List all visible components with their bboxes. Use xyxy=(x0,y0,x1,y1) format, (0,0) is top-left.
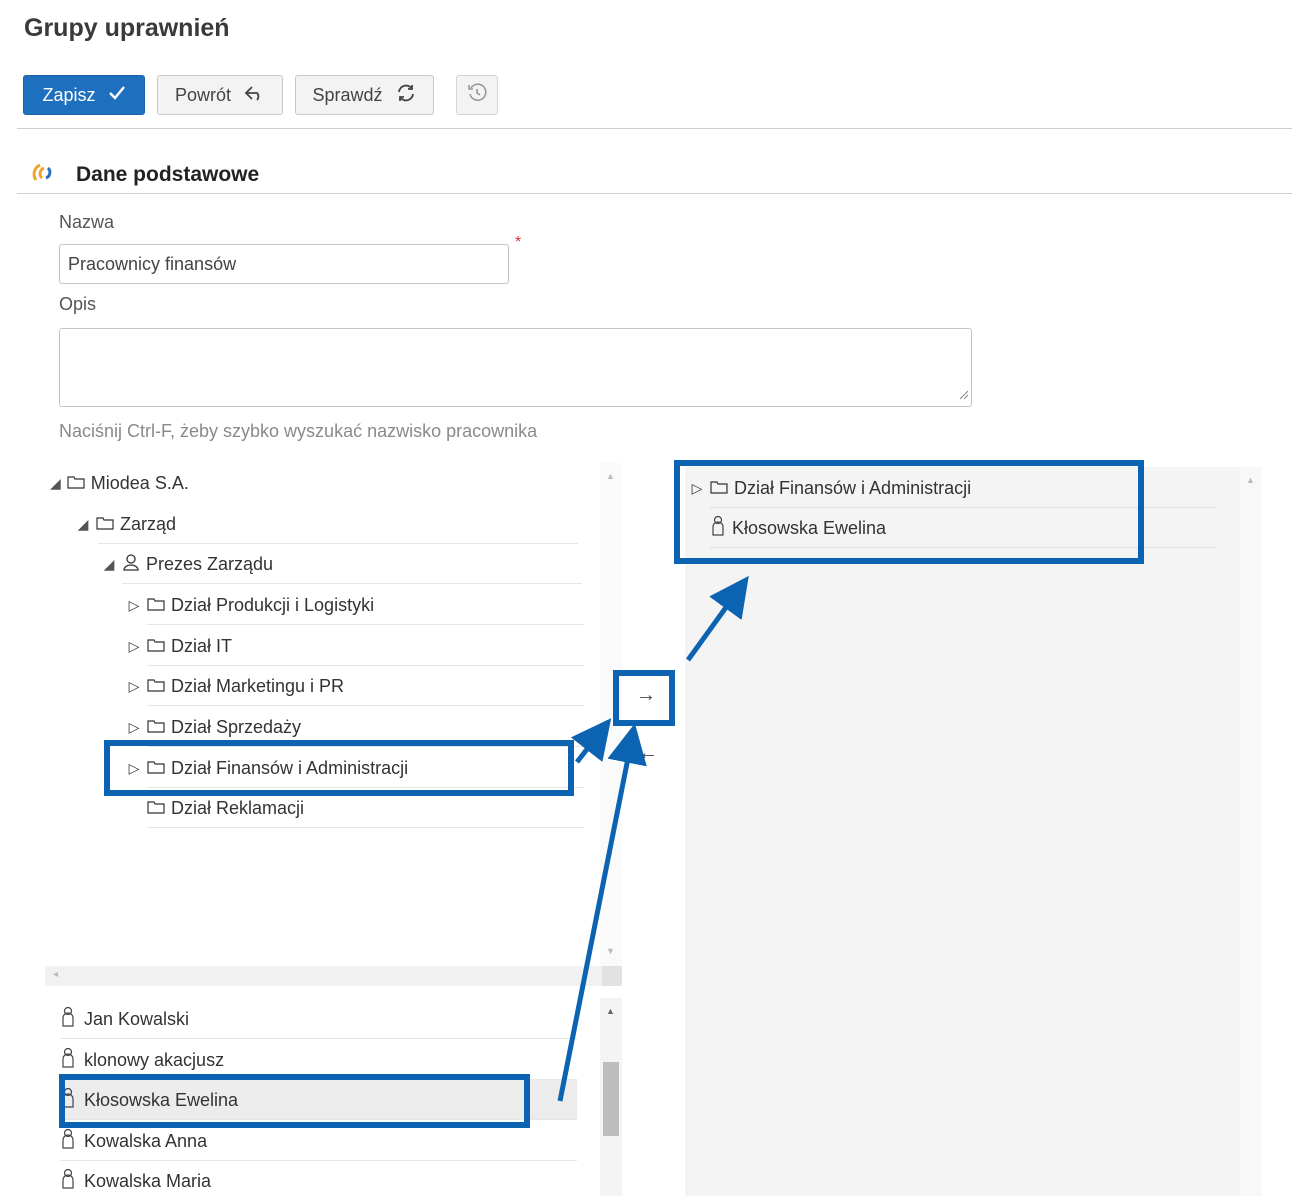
list-item-label: Jan Kowalski xyxy=(84,1008,190,1029)
back-button[interactable]: Powrót xyxy=(157,75,283,115)
scroll-up-icon[interactable]: ▲ xyxy=(1246,475,1255,485)
list-item[interactable]: Jan Kowalski xyxy=(60,999,577,1039)
search-hint: Naciśnij Ctrl-F, żeby szybko wyszukać na… xyxy=(59,421,538,441)
folder-icon xyxy=(147,717,165,738)
scroll-corner xyxy=(602,966,622,986)
tree-row[interactable]: ◢ Zarząd xyxy=(76,504,578,544)
tree-label: Dział Sprzedaży xyxy=(171,716,302,737)
list-item-label: klonowy akacjusz xyxy=(84,1049,225,1070)
tree-label: Zarząd xyxy=(120,513,177,534)
folder-icon xyxy=(147,636,165,657)
expanded-icon[interactable]: ◢ xyxy=(76,516,90,533)
dots-spinner-icon xyxy=(28,160,60,191)
selected-members-panel xyxy=(685,467,1262,1196)
tree-horizontal-scrollbar[interactable]: ◂ xyxy=(45,966,622,986)
employee-list-scrollbar[interactable]: ▲ xyxy=(600,998,622,1196)
tree-label: Miodea S.A. xyxy=(90,472,189,493)
save-label: Zapisz xyxy=(42,84,96,105)
tree-label: Dział IT xyxy=(171,635,233,656)
person-icon xyxy=(60,1128,76,1155)
highlight-box-add-button xyxy=(613,670,675,726)
folder-icon xyxy=(147,798,165,819)
folder-icon xyxy=(96,514,114,535)
folder-icon xyxy=(147,595,165,616)
list-item-label: Kowalska Maria xyxy=(84,1170,212,1191)
reply-icon xyxy=(243,84,265,107)
tree-row[interactable]: ▷ Dział Produkcji i Logistyki xyxy=(127,585,584,625)
highlight-box-selected xyxy=(674,460,1144,564)
section-divider xyxy=(17,193,1292,194)
scroll-down-icon[interactable]: ▼ xyxy=(606,946,615,956)
page-title: Grupy uprawnień xyxy=(24,14,230,42)
required-marker: * xyxy=(515,234,522,251)
expanded-icon[interactable]: ◢ xyxy=(102,556,116,573)
back-label: Powrót xyxy=(174,84,232,105)
check-button[interactable]: Sprawdź xyxy=(295,75,434,115)
person-icon xyxy=(60,1006,76,1033)
scroll-up-icon[interactable]: ▲ xyxy=(606,471,615,481)
scroll-up-icon[interactable]: ▲ xyxy=(606,1006,615,1016)
selected-panel-scrollbar[interactable]: ▲ xyxy=(1240,467,1262,1196)
remove-from-group-button[interactable]: ← xyxy=(638,742,658,765)
list-item-label: Kowalska Anna xyxy=(84,1130,208,1151)
list-item[interactable]: Kowalska Maria xyxy=(60,1161,577,1201)
history-button[interactable] xyxy=(456,75,498,115)
refresh-icon xyxy=(395,83,417,108)
highlight-box-department xyxy=(104,740,574,796)
history-icon xyxy=(466,82,488,109)
tree-label: Dział Marketingu i PR xyxy=(171,675,345,696)
tree-label: Dział Reklamacji xyxy=(171,797,305,818)
name-label: Nazwa xyxy=(59,212,115,232)
tree-row[interactable]: ▷ Dział IT xyxy=(127,626,584,666)
tree-label: Prezes Zarządu xyxy=(146,553,274,574)
check-icon xyxy=(108,85,126,106)
person-icon xyxy=(60,1047,76,1074)
resize-handle-icon[interactable] xyxy=(957,387,969,405)
description-field[interactable] xyxy=(59,328,972,407)
name-field[interactable]: Pracownicy finansów xyxy=(59,244,509,284)
folder-icon xyxy=(147,676,165,697)
name-value: Pracownicy finansów xyxy=(68,253,237,274)
collapsed-icon[interactable]: ▷ xyxy=(127,597,141,614)
check-label: Sprawdź xyxy=(312,84,383,105)
tree-row[interactable]: ▷ Dział Marketingu i PR xyxy=(127,666,584,706)
collapsed-icon[interactable]: ▷ xyxy=(127,638,141,655)
expanded-icon[interactable]: ◢ xyxy=(50,475,61,492)
scroll-left-icon[interactable]: ◂ xyxy=(53,969,58,980)
scroll-thumb[interactable] xyxy=(603,1062,619,1136)
save-button[interactable]: Zapisz xyxy=(23,75,145,115)
toolbar-divider xyxy=(17,128,1292,129)
tree-row[interactable]: ◢ Prezes Zarządu xyxy=(102,544,582,584)
person-icon xyxy=(122,553,140,576)
collapsed-icon[interactable]: ▷ xyxy=(127,678,141,695)
highlight-box-employee xyxy=(59,1074,530,1128)
collapsed-icon[interactable]: ▷ xyxy=(127,719,141,736)
desc-label: Opis xyxy=(59,294,97,314)
folder-icon xyxy=(67,473,85,494)
section-title: Dane podstawowe xyxy=(76,163,260,186)
tree-label: Dział Produkcji i Logistyki xyxy=(171,594,375,615)
person-icon xyxy=(60,1168,76,1195)
